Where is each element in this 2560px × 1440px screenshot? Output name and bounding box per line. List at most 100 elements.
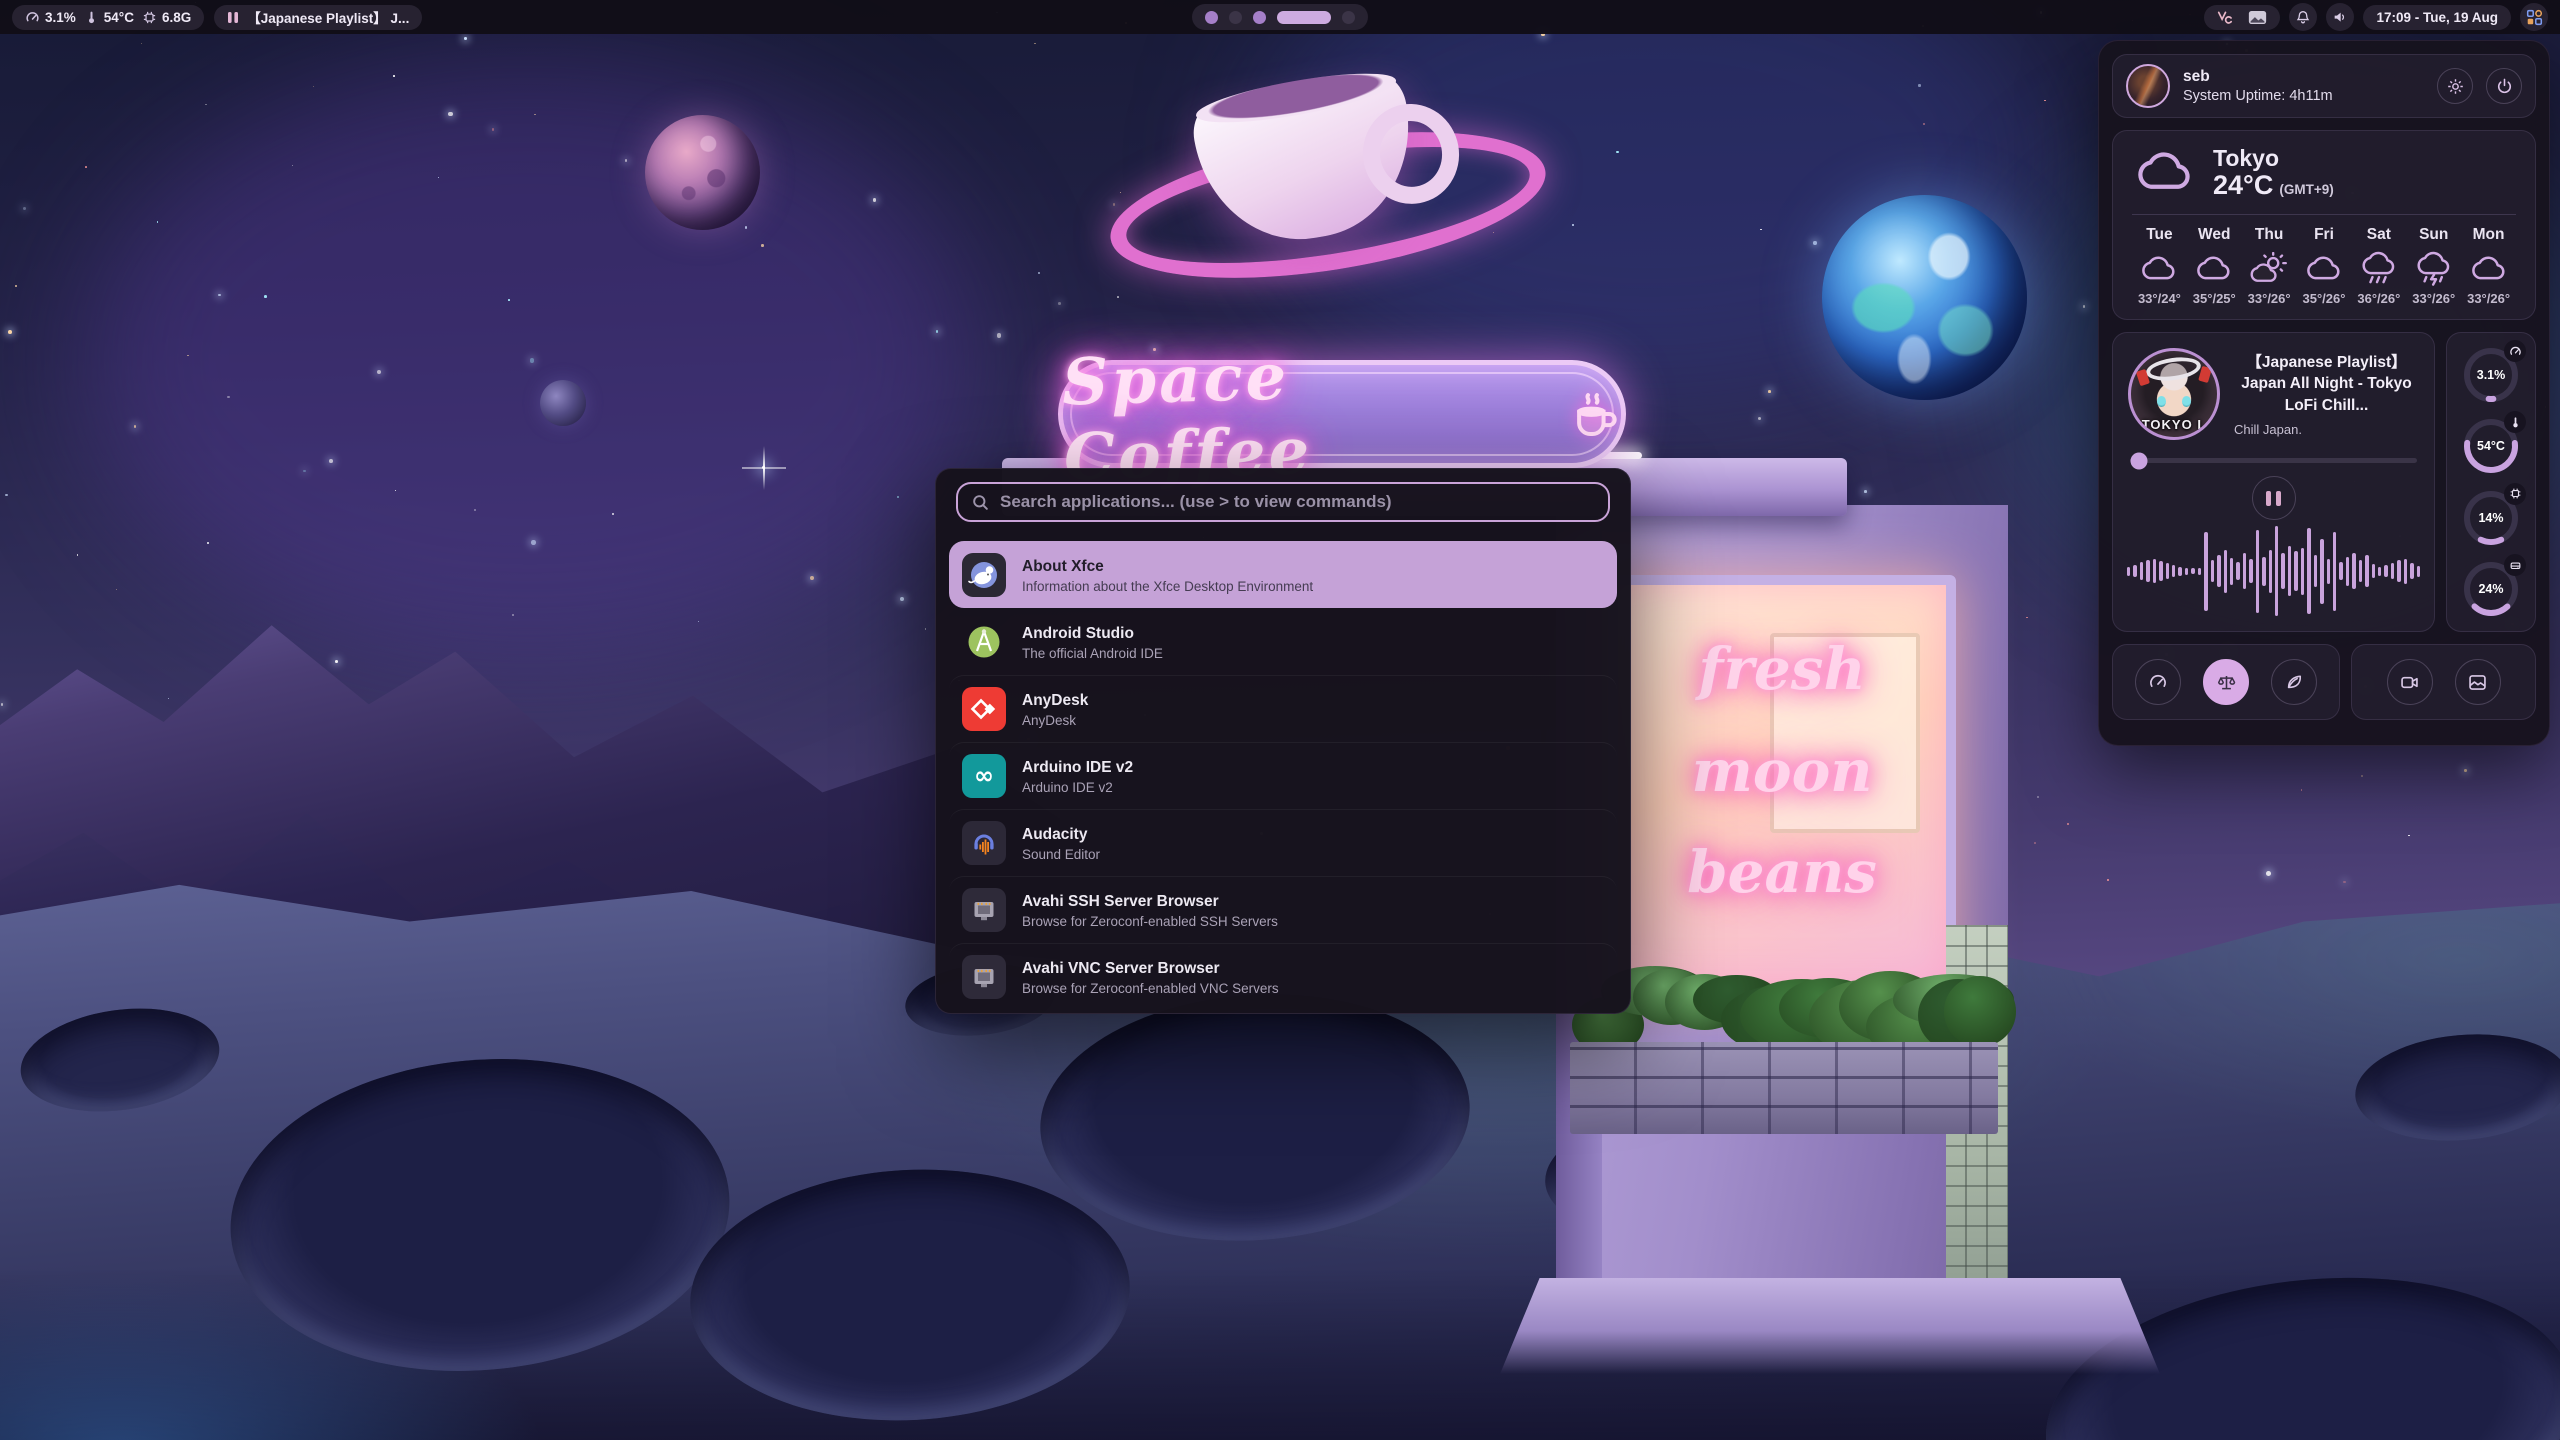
hedge-plants bbox=[1576, 938, 1992, 1050]
cloud-icon bbox=[2461, 251, 2516, 287]
forecast-day-label: Wed bbox=[2187, 226, 2242, 244]
app-list-item[interactable]: Android Studio The official Android IDE bbox=[949, 608, 1617, 675]
power-profile-card bbox=[2112, 644, 2340, 720]
image-icon bbox=[2467, 672, 2488, 693]
app-title: Arduino IDE v2 bbox=[1022, 757, 1133, 779]
brick-planter bbox=[1570, 1042, 1998, 1134]
cloud-icon bbox=[2297, 251, 2352, 287]
workspace-dot[interactable] bbox=[1229, 11, 1242, 24]
cloud-icon bbox=[2132, 146, 2198, 201]
seek-slider[interactable] bbox=[2130, 458, 2417, 463]
power-saver-profile-button[interactable] bbox=[2271, 659, 2317, 705]
power-button[interactable] bbox=[2486, 68, 2522, 104]
search-input[interactable] bbox=[1000, 492, 1595, 512]
vc-tray-icon[interactable] bbox=[2217, 10, 2234, 25]
forecast-day: Sun33°/26° bbox=[2406, 226, 2461, 306]
clock-pill[interactable]: 17:09 - Tue, 19 Aug bbox=[2363, 5, 2511, 30]
app-title: AnyDesk bbox=[1022, 690, 1088, 712]
weather-city: Tokyo bbox=[2213, 146, 2334, 170]
screenshot-tray-icon[interactable] bbox=[2248, 10, 2267, 25]
forecast-day-label: Fri bbox=[2297, 226, 2352, 244]
search-box[interactable] bbox=[956, 482, 1610, 522]
app-description: Browse for Zeroconf-enabled VNC Servers bbox=[1022, 981, 1279, 996]
workspace-dot[interactable] bbox=[1342, 11, 1355, 24]
app-list-item[interactable]: ∞ Arduino IDE v2 Arduino IDE v2 bbox=[949, 742, 1617, 809]
anydesk-app-icon bbox=[962, 687, 1006, 731]
arduino-app-icon: ∞ bbox=[962, 754, 1006, 798]
pause-icon bbox=[227, 11, 239, 24]
now-playing-pill[interactable]: 【Japanese Playlist】 J... bbox=[214, 5, 422, 30]
storm-icon bbox=[2406, 251, 2461, 287]
app-title: Avahi SSH Server Browser bbox=[1022, 891, 1278, 913]
screen-record-button[interactable] bbox=[2387, 659, 2433, 705]
cloud-icon bbox=[2187, 251, 2242, 287]
video-camera-icon bbox=[2399, 672, 2420, 693]
volume-button[interactable] bbox=[2326, 3, 2354, 31]
small-moon bbox=[540, 380, 586, 426]
notifications-button[interactable] bbox=[2289, 3, 2317, 31]
play-pause-button[interactable] bbox=[2252, 476, 2296, 520]
tray-pill[interactable] bbox=[2204, 5, 2280, 30]
app-title: About Xfce bbox=[1022, 556, 1313, 578]
memory-stat: 6.8G bbox=[142, 10, 191, 25]
settings-button[interactable] bbox=[2437, 68, 2473, 104]
forecast-day-label: Sat bbox=[2351, 226, 2406, 244]
avatar bbox=[2126, 64, 2170, 108]
app-description: Browse for Zeroconf-enabled SSH Servers bbox=[1022, 914, 1278, 929]
album-art: TOKYO L bbox=[2128, 348, 2220, 440]
system-uptime: System Uptime: 4h11m bbox=[2183, 88, 2424, 104]
thermometer-icon bbox=[2504, 411, 2526, 433]
temp-stat: 54°C bbox=[84, 10, 134, 25]
forecast-temps: 33°/26° bbox=[2461, 291, 2516, 306]
rain-icon bbox=[2351, 251, 2406, 287]
thermometer-icon bbox=[84, 10, 99, 25]
workspace-indicator[interactable] bbox=[1192, 4, 1368, 30]
forecast-temps: 35°/26° bbox=[2297, 291, 2352, 306]
performance-profile-button[interactable] bbox=[2135, 659, 2181, 705]
forecast-day-label: Thu bbox=[2242, 226, 2297, 244]
app-description: Arduino IDE v2 bbox=[1022, 780, 1133, 795]
track-artist: Chill Japan. bbox=[2234, 422, 2419, 437]
avahi-app-icon bbox=[962, 888, 1006, 932]
chip-icon bbox=[2504, 483, 2526, 505]
forecast-temps: 33°/24° bbox=[2132, 291, 2187, 306]
bell-icon bbox=[2295, 9, 2311, 25]
sparkle-star bbox=[762, 466, 765, 469]
app-description: Information about the Xfce Desktop Envir… bbox=[1022, 579, 1313, 594]
now-playing-label: 【Japanese Playlist】 J... bbox=[247, 7, 409, 27]
weather-timezone: (GMT+9) bbox=[2279, 182, 2333, 197]
window-neon-sign: freshmoonbeans bbox=[1618, 619, 1946, 924]
app-launcher: About Xfce Information about the Xfce De… bbox=[935, 468, 1631, 1014]
forecast-temps: 36°/26° bbox=[2351, 291, 2406, 306]
speedometer-icon bbox=[2148, 672, 2168, 692]
scales-icon bbox=[2216, 672, 2237, 693]
forecast-day: Thu33°/26° bbox=[2242, 226, 2297, 306]
app-list-item[interactable]: Audacity Sound Editor bbox=[949, 809, 1617, 876]
forecast-day-label: Mon bbox=[2461, 226, 2516, 244]
seek-knob[interactable] bbox=[2130, 452, 2147, 469]
earth bbox=[1822, 195, 2027, 400]
app-list-item[interactable]: Avahi VNC Server Browser Browse for Zero… bbox=[949, 943, 1617, 1010]
user-name: seb bbox=[2183, 68, 2424, 86]
workspace-dot[interactable] bbox=[1205, 11, 1218, 24]
speaker-icon bbox=[2332, 9, 2348, 25]
app-list-item[interactable]: Avahi SSH Server Browser Browse for Zero… bbox=[949, 876, 1617, 943]
workspace-dot[interactable] bbox=[1253, 11, 1266, 24]
forecast-temps: 33°/26° bbox=[2406, 291, 2461, 306]
system-gauges-card: 3.1%54°C14%24% bbox=[2446, 332, 2536, 632]
forecast-day: Fri 35°/26° bbox=[2297, 226, 2352, 306]
forecast-day: Tue33°/24° bbox=[2132, 226, 2187, 306]
forecast-day: Mon 33°/26° bbox=[2461, 226, 2516, 306]
app-list-item[interactable]: AnyDesk AnyDesk bbox=[949, 675, 1617, 742]
wallpaper-button[interactable] bbox=[2455, 659, 2501, 705]
apps-overview-button[interactable] bbox=[2520, 3, 2548, 31]
power-icon bbox=[2495, 77, 2514, 96]
workspace-dot[interactable] bbox=[1277, 11, 1331, 24]
audacity-app-icon bbox=[962, 821, 1006, 865]
system-stats-pill[interactable]: 3.1% 54°C 6.8G bbox=[12, 5, 204, 30]
search-icon bbox=[971, 493, 990, 512]
app-description: AnyDesk bbox=[1022, 713, 1088, 728]
balanced-profile-button[interactable] bbox=[2203, 659, 2249, 705]
app-list-item[interactable]: About Xfce Information about the Xfce De… bbox=[949, 541, 1617, 608]
media-player-card: TOKYO L 【Japanese Playlist】 Japan All Ni… bbox=[2112, 332, 2435, 632]
